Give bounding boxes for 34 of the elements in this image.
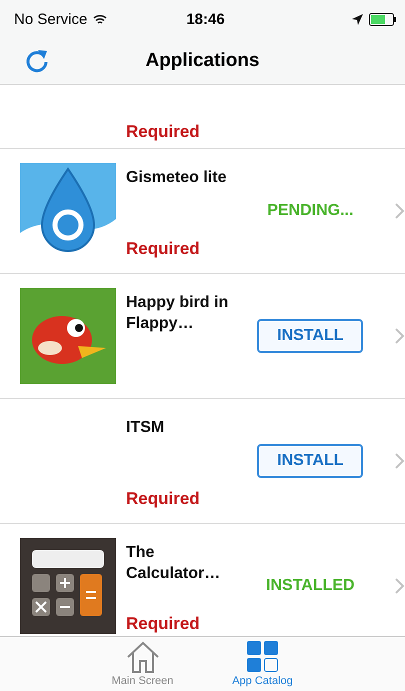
app-row[interactable]: ITSM Required INSTALL xyxy=(0,399,405,524)
app-name: ITSM xyxy=(126,418,166,438)
clock-time: 18:46 xyxy=(186,10,225,28)
install-button[interactable]: INSTALL xyxy=(257,319,364,353)
home-icon xyxy=(126,641,160,673)
chevron-icon xyxy=(395,453,405,469)
app-name: Gismeteo lite xyxy=(126,168,228,188)
chevron-icon xyxy=(395,578,405,594)
app-name: Happy bird in Flappy… xyxy=(126,293,230,334)
bird-icon xyxy=(20,288,116,384)
app-row[interactable]: Happy bird in Flappy… INSTALL xyxy=(0,274,405,399)
refresh-icon[interactable] xyxy=(24,48,50,74)
app-row[interactable]: Gismeteo lite Required PENDING... xyxy=(0,149,405,274)
required-label: Required xyxy=(126,614,201,634)
app-row[interactable]: Required xyxy=(0,85,405,149)
installed-status: INSTALLED xyxy=(266,577,355,595)
chevron-icon xyxy=(395,203,405,219)
install-button[interactable]: INSTALL xyxy=(257,444,364,478)
grid-icon xyxy=(246,641,280,673)
tab-bar-item[interactable]: Main Screen xyxy=(98,637,188,691)
required-label: Required xyxy=(126,239,201,259)
wifi-icon xyxy=(93,14,108,24)
pending-status: PENDING... xyxy=(267,202,354,220)
tab-bar-item[interactable]: App Catalog xyxy=(218,637,308,691)
required-label: Required xyxy=(126,122,201,142)
screen-title: Applications xyxy=(145,50,260,72)
battery-icon xyxy=(369,12,397,26)
required-label: Required xyxy=(126,489,201,509)
app-name: The Calculator… xyxy=(126,543,222,584)
calculator-icon xyxy=(20,538,116,634)
location-arrow-icon xyxy=(352,14,363,24)
carrier-label: No Service xyxy=(14,10,88,28)
chevron-icon xyxy=(395,328,405,344)
water-drop-icon xyxy=(20,163,116,259)
